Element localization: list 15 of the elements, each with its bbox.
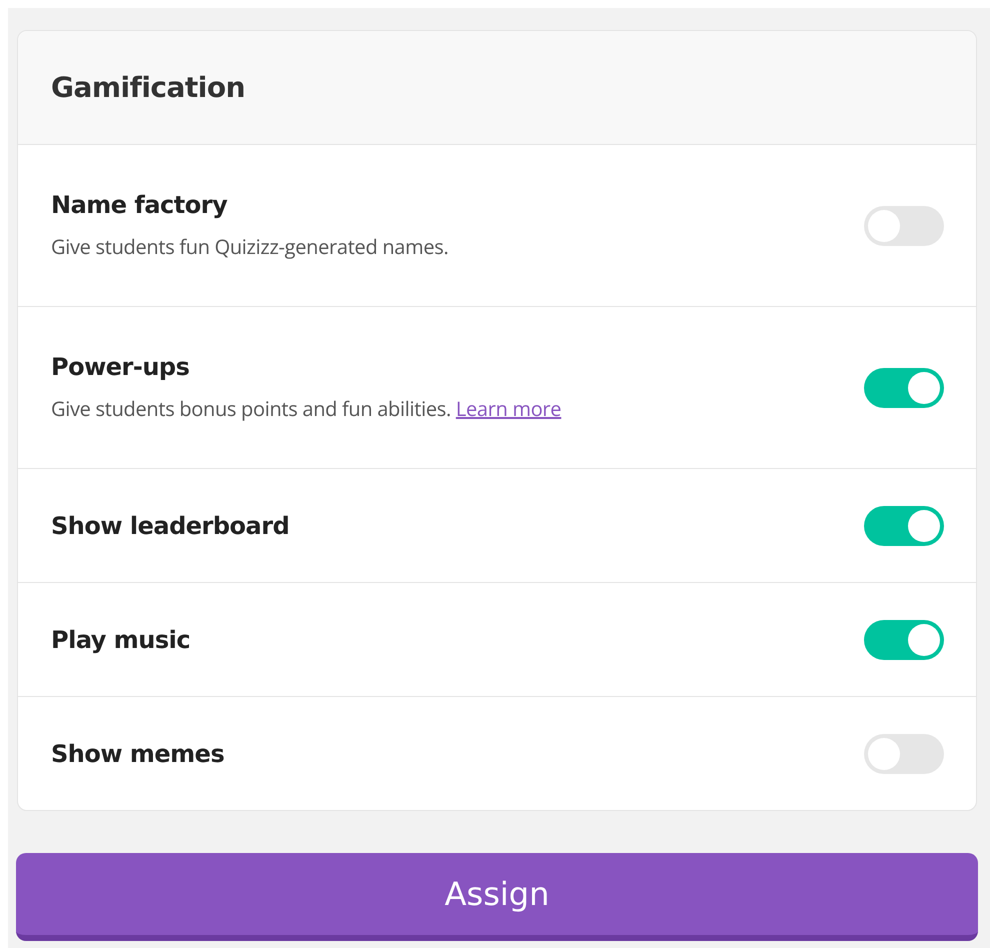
toggle-switch[interactable]	[864, 368, 944, 408]
setting-title: Name factory	[51, 191, 228, 219]
learn-more-link[interactable]: Learn more	[456, 395, 562, 422]
toggle-switch[interactable]	[864, 206, 944, 246]
setting-title: Play music	[51, 626, 190, 654]
setting-description: Give students bonus points and fun abilities. Learn more	[51, 395, 562, 422]
toggle-switch[interactable]	[864, 620, 944, 660]
assign-button[interactable]: Assign	[16, 853, 978, 941]
toggle-switch[interactable]	[864, 506, 944, 546]
setting-title: Show leaderboard	[51, 512, 290, 540]
setting-title: Power-ups	[51, 353, 190, 381]
toggle-switch[interactable]	[864, 734, 944, 774]
setting-title: Show memes	[51, 740, 224, 768]
setting-description: Give students fun Quizizz-generated names.	[51, 233, 448, 260]
section-title: Gamification	[51, 71, 246, 104]
